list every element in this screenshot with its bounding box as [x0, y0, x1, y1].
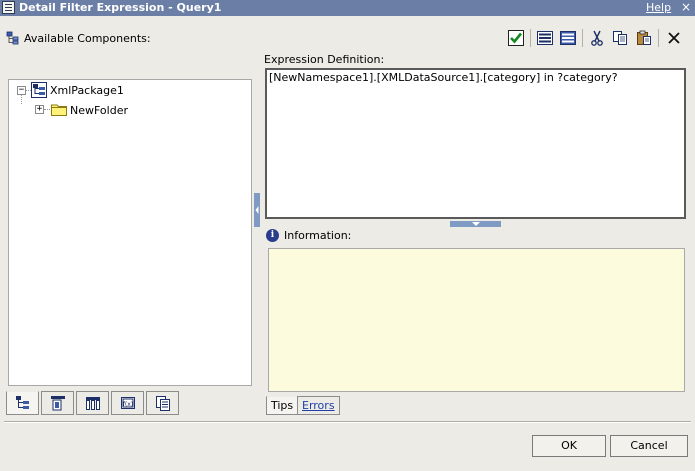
clear-icon[interactable] — [559, 29, 577, 47]
dialog-title: Detail Filter Expression - Query1 — [19, 1, 222, 14]
expand-toggle[interactable]: + — [35, 105, 44, 114]
toolbar-separator — [530, 29, 531, 47]
functions-icon[interactable]: f(x) — [111, 391, 144, 415]
close-icon[interactable]: × — [681, 0, 691, 15]
collapse-toggle[interactable]: − — [17, 86, 26, 95]
source-tree-icon[interactable] — [6, 391, 39, 415]
help-link[interactable]: Help — [646, 1, 671, 15]
validate-check-icon[interactable] — [507, 29, 525, 47]
vertical-splitter-handle[interactable] — [450, 221, 501, 227]
tree-item-newfolder[interactable]: NewFolder — [70, 104, 128, 117]
expression-editor[interactable]: [NewNamespace1].[XMLDataSource1].[catego… — [265, 68, 686, 219]
info-icon: i — [266, 229, 279, 242]
expression-definition-label: Expression Definition: — [264, 53, 385, 66]
cancel-button[interactable]: Cancel — [610, 435, 688, 457]
components-tree[interactable]: − XmlPackage1 + NewFolder — [8, 79, 252, 386]
data-items-icon[interactable] — [41, 391, 74, 415]
information-panel — [268, 248, 685, 392]
toolbar-separator — [582, 29, 583, 47]
tree-connector — [21, 95, 22, 104]
cut-icon[interactable] — [588, 29, 606, 47]
folder-icon — [51, 103, 67, 116]
parameters-icon[interactable] — [146, 391, 179, 415]
query-items-icon[interactable] — [76, 391, 109, 415]
delete-icon[interactable] — [665, 29, 683, 47]
dialog-divider — [4, 421, 691, 423]
select-all-icon[interactable] — [536, 29, 554, 47]
package-icon — [31, 82, 47, 98]
ok-button[interactable]: OK — [532, 435, 606, 457]
copy-icon[interactable] — [611, 29, 629, 47]
tree-connector — [44, 109, 50, 110]
dialog-icon — [2, 1, 15, 14]
panel-splitter-handle[interactable] — [254, 193, 260, 227]
tab-errors[interactable]: Errors — [297, 396, 340, 415]
paste-icon[interactable] — [635, 29, 653, 47]
toolbar-separator — [658, 29, 659, 47]
svg-text:f(x): f(x) — [122, 401, 132, 408]
available-components-label: Available Components: — [24, 32, 151, 45]
information-label: Information: — [284, 229, 352, 242]
title-bar: Detail Filter Expression - Query1 Help × — [0, 0, 695, 16]
components-tree-icon — [6, 31, 20, 45]
tab-tips[interactable]: Tips — [266, 396, 299, 415]
tree-item-xmlpackage1[interactable]: XmlPackage1 — [50, 84, 124, 97]
